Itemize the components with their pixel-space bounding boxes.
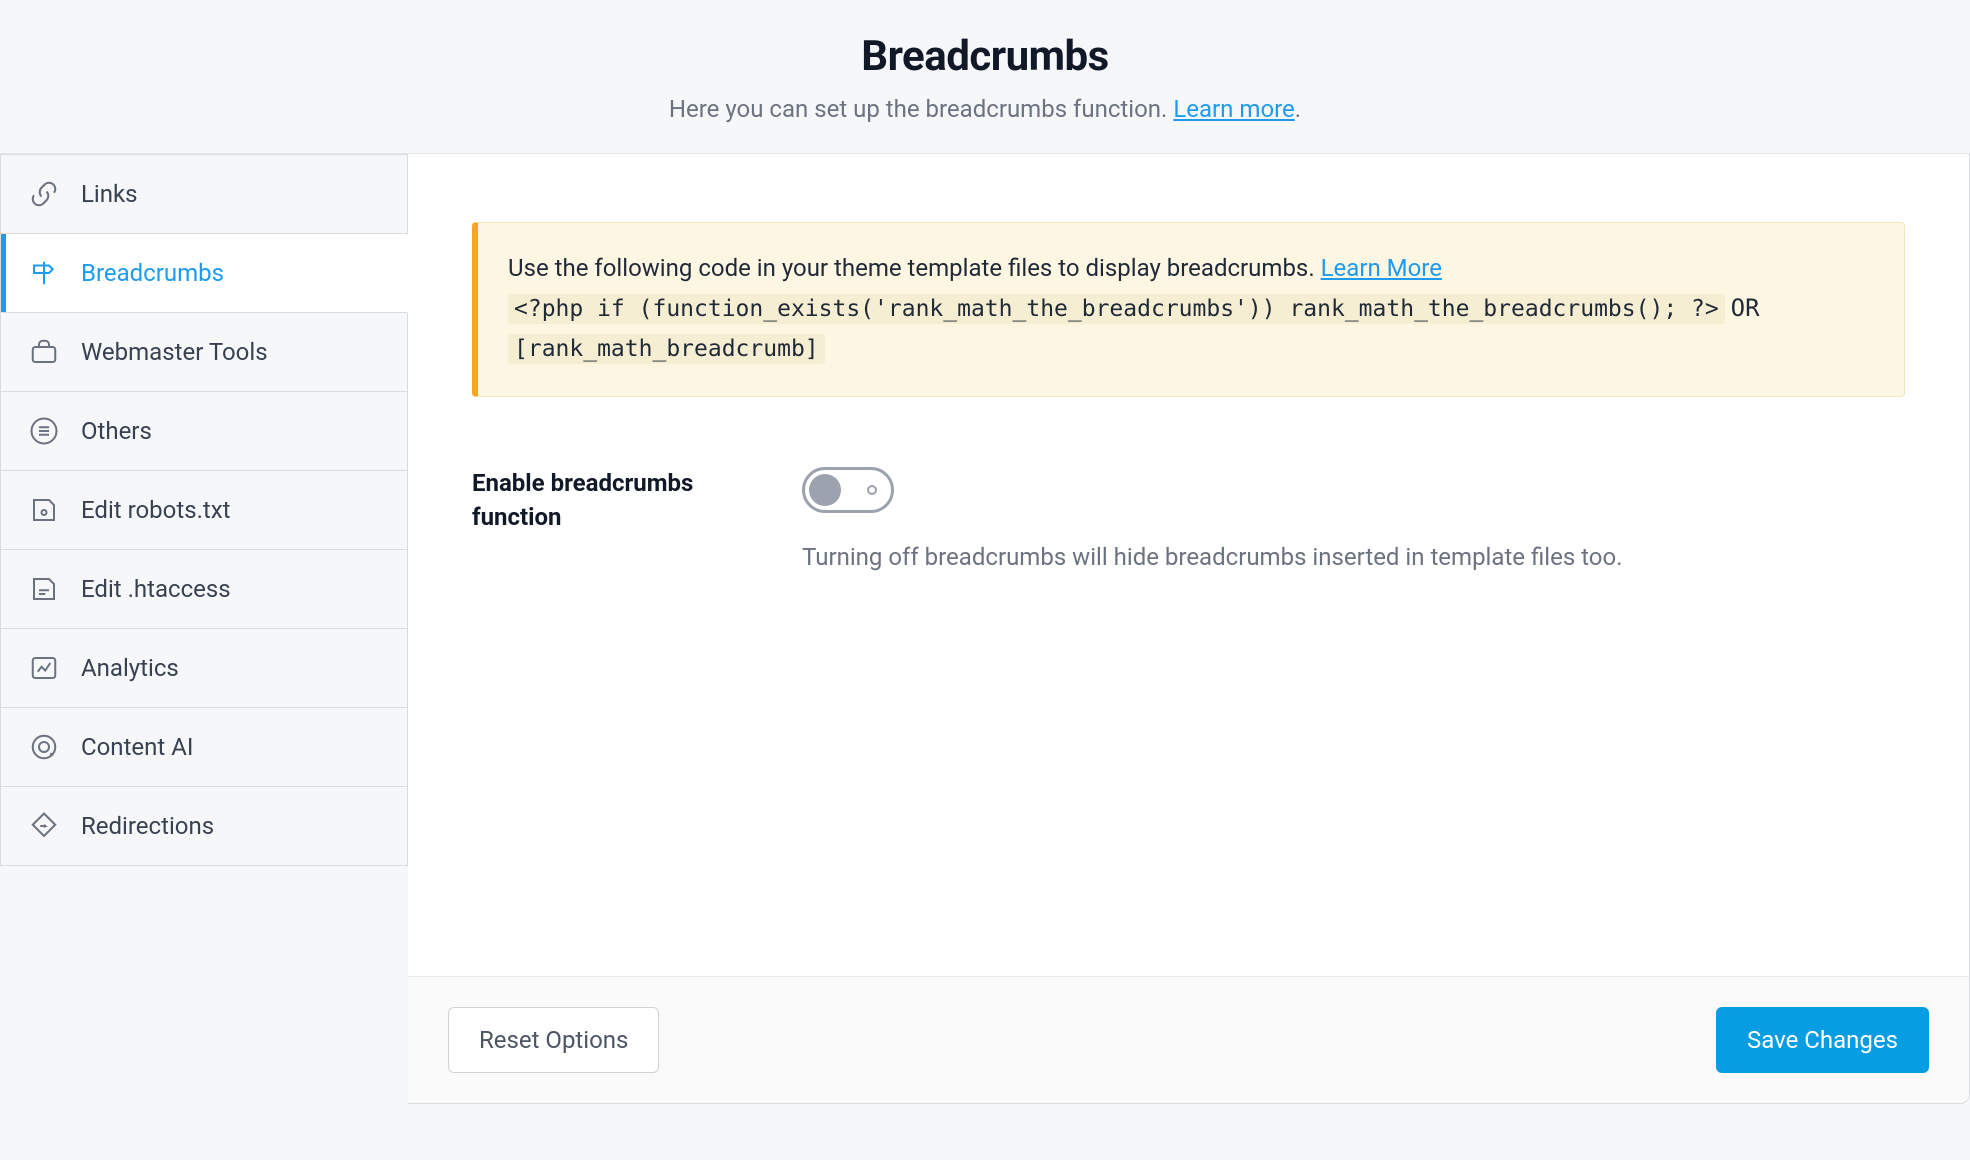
- sidebar-item-edit-htaccess[interactable]: Edit .htaccess: [0, 550, 408, 629]
- signpost-icon: [27, 256, 61, 290]
- sidebar-item-label: Content AI: [81, 733, 193, 761]
- sidebar-item-edit-robots[interactable]: Edit robots.txt: [0, 471, 408, 550]
- sidebar-item-others[interactable]: Others: [0, 392, 408, 471]
- links-icon: [27, 177, 61, 211]
- page-title: Breadcrumbs: [0, 32, 1970, 81]
- toolbox-icon: [27, 335, 61, 369]
- save-changes-button[interactable]: Save Changes: [1716, 1007, 1929, 1073]
- redirection-icon: [27, 809, 61, 843]
- sidebar-item-label: Redirections: [81, 812, 214, 840]
- subtitle-suffix: .: [1295, 95, 1301, 123]
- sidebar-item-content-ai[interactable]: Content AI: [0, 708, 408, 787]
- list-circle-icon: [27, 414, 61, 448]
- analytics-icon: [27, 651, 61, 685]
- toggle-knob: [809, 474, 841, 506]
- sidebar-item-label: Breadcrumbs: [81, 259, 224, 287]
- code-notice: Use the following code in your theme tem…: [472, 222, 1905, 397]
- notice-shortcode: [rank_math_breadcrumb]: [508, 334, 825, 364]
- robots-file-icon: [27, 493, 61, 527]
- setting-label: Enable breadcrumbs function: [472, 467, 772, 534]
- reset-options-button[interactable]: Reset Options: [448, 1007, 659, 1073]
- page-subtitle: Here you can set up the breadcrumbs func…: [0, 95, 1970, 123]
- subtitle-text: Here you can set up the breadcrumbs func…: [669, 95, 1173, 123]
- setting-help-text: Turning off breadcrumbs will hide breadc…: [802, 543, 1905, 571]
- learn-more-link[interactable]: Learn more: [1173, 95, 1294, 123]
- notice-php-code: <?php if (function_exists('rank_math_the…: [508, 294, 1725, 324]
- notice-text: Use the following code in your theme tem…: [508, 254, 1321, 282]
- sidebar-item-label: Analytics: [81, 654, 179, 682]
- main-panel: Use the following code in your theme tem…: [408, 154, 1970, 1104]
- sidebar-item-label: Others: [81, 417, 152, 445]
- notice-or-text: OR: [1731, 294, 1760, 322]
- panel-footer: Reset Options Save Changes: [408, 976, 1969, 1103]
- sidebar-item-analytics[interactable]: Analytics: [0, 629, 408, 708]
- enable-breadcrumbs-toggle[interactable]: [802, 467, 894, 513]
- sidebar-item-webmaster-tools[interactable]: Webmaster Tools: [0, 313, 408, 392]
- file-icon: [27, 572, 61, 606]
- sidebar-item-breadcrumbs[interactable]: Breadcrumbs: [0, 234, 408, 313]
- sidebar-item-label: Links: [81, 180, 138, 208]
- settings-sidebar: Links Breadcrumbs Webm: [0, 154, 408, 866]
- sidebar-item-label: Webmaster Tools: [81, 338, 268, 366]
- setting-enable-breadcrumbs: Enable breadcrumbs function Turning off …: [472, 467, 1905, 571]
- notice-learn-more-link[interactable]: Learn More: [1321, 254, 1442, 282]
- ai-target-icon: [27, 730, 61, 764]
- sidebar-item-label: Edit .htaccess: [81, 575, 231, 603]
- sidebar-item-redirections[interactable]: Redirections: [0, 787, 408, 866]
- sidebar-item-links[interactable]: Links: [0, 154, 408, 234]
- sidebar-item-label: Edit robots.txt: [81, 496, 231, 524]
- toggle-off-indicator: [867, 485, 877, 495]
- page-header: Breadcrumbs Here you can set up the brea…: [0, 0, 1970, 154]
